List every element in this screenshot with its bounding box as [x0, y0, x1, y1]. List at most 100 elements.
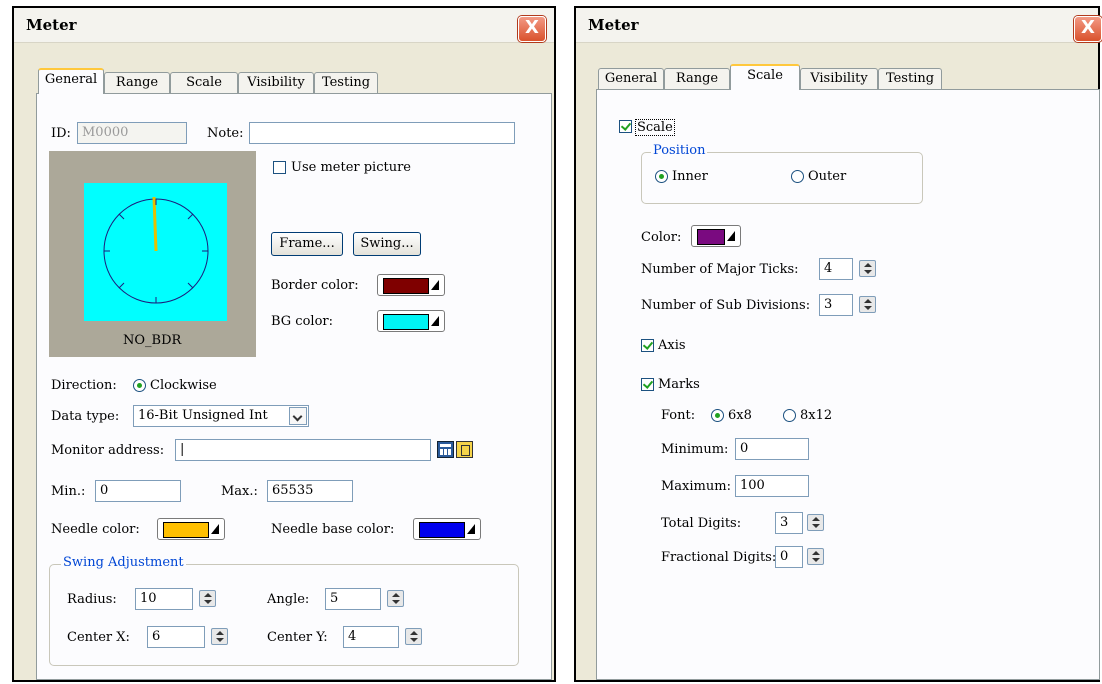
bg-color-picker[interactable] — [377, 310, 445, 332]
axis-checkbox[interactable] — [641, 339, 654, 352]
total-digits-label: Total Digits: — [661, 516, 742, 531]
id-field[interactable]: M0000 — [77, 122, 187, 144]
fractional-digits-spinner[interactable] — [807, 548, 824, 565]
address-book-icon[interactable] — [456, 441, 473, 458]
scale-panel: Scale Position Inner Outer Color: Number… — [596, 89, 1100, 680]
close-button[interactable]: X — [518, 16, 546, 42]
close-button[interactable]: X — [1074, 16, 1102, 42]
keypad-icon[interactable] — [437, 441, 454, 458]
border-color-swatch — [383, 278, 429, 294]
dialog-title: Meter — [26, 16, 77, 34]
dial-graphic — [103, 196, 209, 304]
needle-color-picker[interactable] — [157, 518, 225, 540]
min-label: Min.: — [51, 484, 86, 499]
tab-testing[interactable]: Testing — [314, 72, 378, 94]
tab-visibility[interactable]: Visibility — [800, 68, 878, 90]
major-ticks-field[interactable]: 4 — [819, 258, 853, 280]
font-8x12-radio[interactable] — [783, 409, 796, 422]
monitor-address-field[interactable]: | — [175, 439, 431, 461]
use-meter-picture-checkbox[interactable] — [273, 161, 286, 174]
outer-label: Outer — [808, 169, 847, 184]
clockwise-radio[interactable] — [133, 379, 146, 392]
swing-button[interactable]: Swing... — [353, 232, 421, 256]
border-color-label: Border color: — [271, 278, 359, 293]
angle-field[interactable]: 5 — [325, 588, 381, 610]
use-meter-picture-label: Use meter picture — [291, 160, 412, 175]
font-6x8-label: 6x8 — [728, 408, 752, 423]
sub-divisions-spinner[interactable] — [859, 296, 876, 313]
minimum-field[interactable]: 0 — [735, 438, 809, 460]
data-type-select[interactable]: 16-Bit Unsigned Int — [133, 405, 309, 427]
radius-label: Radius: — [67, 592, 117, 607]
meter-dialog-scale: Meter X General Range Scale Visibility T… — [574, 6, 1102, 682]
needle-base-color-picker[interactable] — [413, 518, 481, 540]
radius-spinner[interactable] — [199, 590, 216, 607]
max-field[interactable]: 65535 — [267, 480, 353, 502]
fractional-digits-field[interactable]: 0 — [775, 546, 803, 568]
total-digits-field[interactable]: 3 — [775, 512, 803, 534]
swing-adjustment-legend: Swing Adjustment — [61, 555, 186, 570]
center-y-label: Center Y: — [267, 630, 328, 645]
meter-preview-face — [84, 183, 227, 321]
tab-range[interactable]: Range — [664, 68, 730, 90]
general-panel: ID: M0000 Note: NO_BDR Use meter picture… — [36, 93, 552, 680]
min-field[interactable]: 0 — [95, 480, 181, 502]
needle-color-swatch — [163, 522, 209, 538]
center-y-field[interactable]: 4 — [343, 626, 399, 648]
position-legend: Position — [651, 143, 708, 158]
inner-radio[interactable] — [655, 170, 668, 183]
color-label: Color: — [641, 230, 682, 245]
major-ticks-spinner[interactable] — [859, 260, 876, 277]
monitor-address-label: Monitor address: — [51, 443, 165, 458]
note-field[interactable] — [249, 122, 515, 144]
sub-divisions-label: Number of Sub Divisions: — [641, 298, 811, 313]
tab-range[interactable]: Range — [104, 72, 170, 94]
needle-base-color-label: Needle base color: — [271, 522, 395, 537]
scale-color-picker[interactable] — [691, 225, 741, 247]
dialog-title: Meter — [588, 16, 639, 34]
outer-radio[interactable] — [791, 170, 804, 183]
meter-dialog-general: Meter X General Range Scale Visibility T… — [12, 6, 556, 682]
major-ticks-label: Number of Major Ticks: — [641, 262, 799, 277]
frame-button[interactable]: Frame... — [271, 232, 343, 256]
max-label: Max.: — [221, 484, 258, 499]
center-x-spinner[interactable] — [211, 628, 228, 645]
chevron-down-icon[interactable] — [289, 407, 307, 425]
tab-general[interactable]: General — [38, 68, 104, 94]
angle-spinner[interactable] — [387, 590, 404, 607]
center-x-field[interactable]: 6 — [147, 626, 205, 648]
title-bar: Meter X — [14, 8, 554, 43]
sub-divisions-field[interactable]: 3 — [819, 294, 853, 316]
tab-scale[interactable]: Scale — [170, 72, 238, 94]
maximum-field[interactable]: 100 — [735, 475, 809, 497]
id-label: ID: — [51, 126, 71, 141]
direction-label: Direction: — [51, 378, 117, 393]
angle-label: Angle: — [267, 592, 310, 607]
clockwise-label: Clockwise — [150, 378, 217, 393]
marks-label: Marks — [658, 377, 700, 392]
font-label: Font: — [661, 408, 696, 423]
axis-label: Axis — [658, 338, 686, 353]
tab-general[interactable]: General — [598, 68, 664, 90]
meter-preview: NO_BDR — [49, 151, 256, 357]
bg-color-label: BG color: — [271, 314, 333, 329]
title-bar: Meter X — [576, 8, 1102, 43]
data-type-value: 16-Bit Unsigned Int — [138, 408, 268, 423]
center-y-spinner[interactable] — [405, 628, 422, 645]
scale-checkbox[interactable] — [619, 120, 632, 133]
tab-scale[interactable]: Scale — [730, 64, 800, 90]
swing-adjustment-group — [49, 564, 519, 666]
scale-label: Scale — [635, 119, 675, 136]
preview-caption: NO_BDR — [123, 333, 182, 348]
font-6x8-radio[interactable] — [711, 409, 724, 422]
tab-testing[interactable]: Testing — [878, 68, 942, 90]
tab-visibility[interactable]: Visibility — [238, 72, 314, 94]
fractional-digits-label: Fractional Digits: — [661, 550, 777, 565]
marks-checkbox[interactable] — [641, 378, 654, 391]
radius-field[interactable]: 10 — [135, 588, 193, 610]
total-digits-spinner[interactable] — [807, 514, 824, 531]
needle-base-color-swatch — [419, 522, 465, 538]
border-color-picker[interactable] — [377, 274, 445, 296]
center-x-label: Center X: — [67, 630, 130, 645]
maximum-label: Maximum: — [661, 479, 731, 494]
